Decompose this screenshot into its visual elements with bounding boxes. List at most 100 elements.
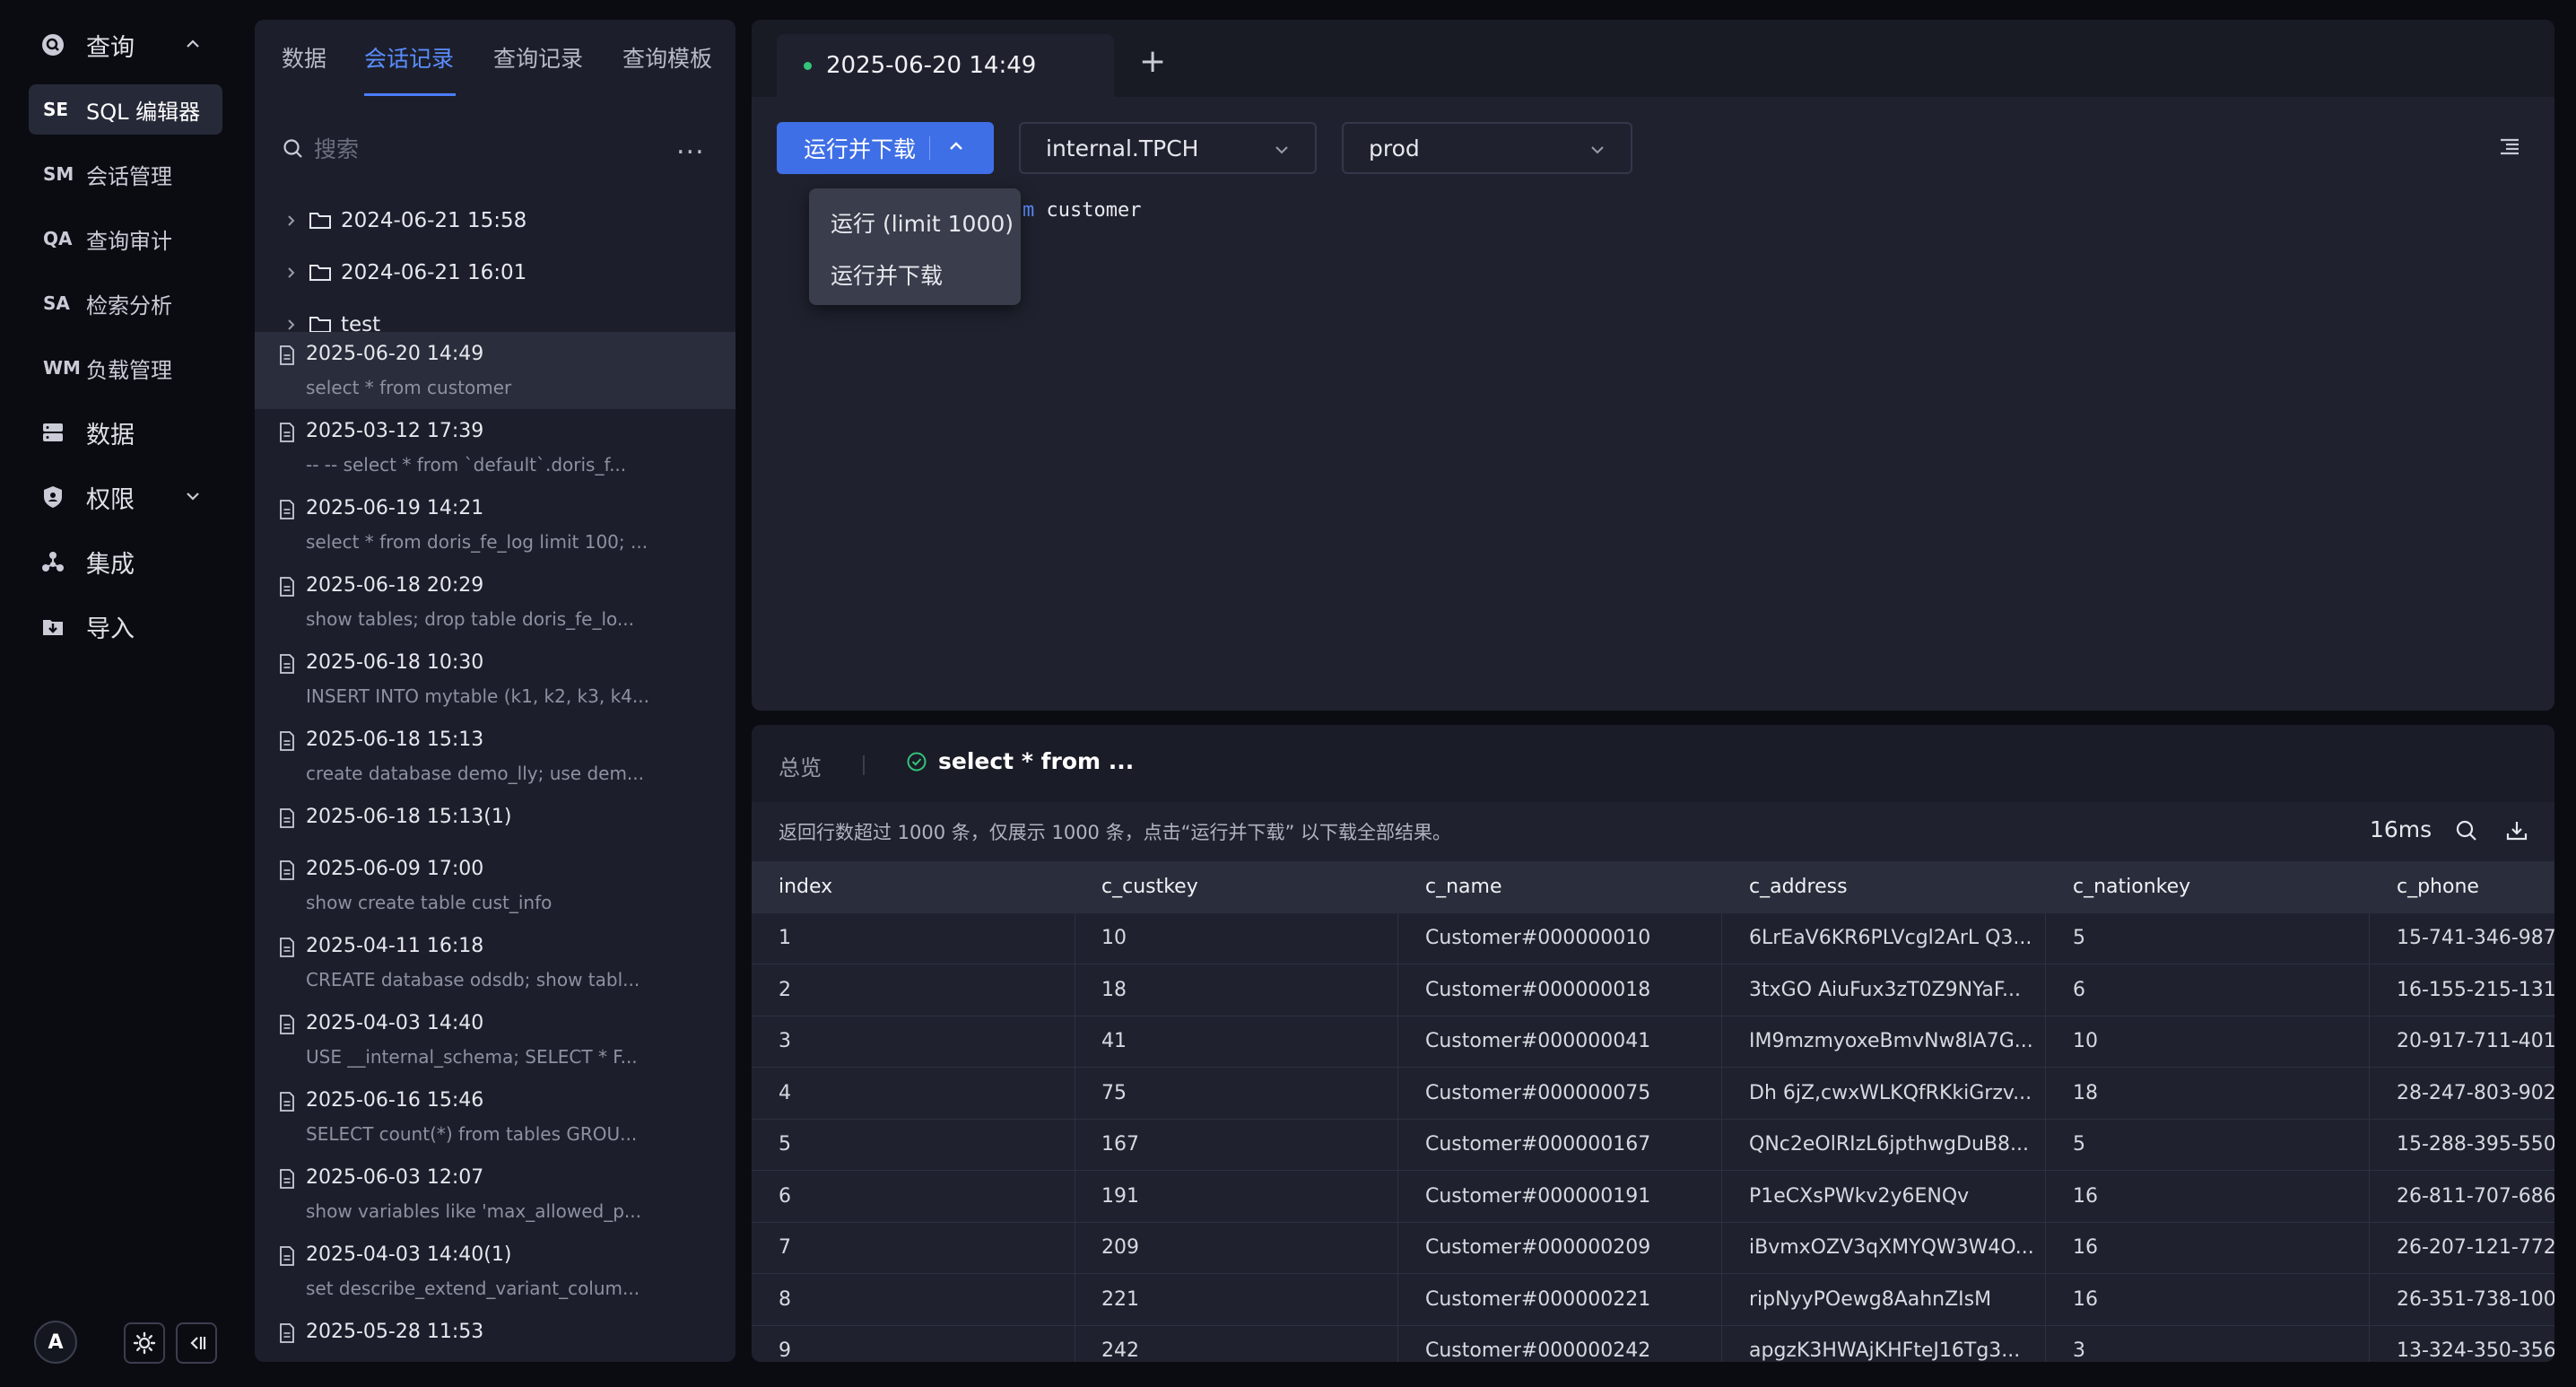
more-options-button[interactable]: ... [676, 129, 705, 161]
table-cell: 242 [1075, 1325, 1398, 1362]
column-header-c-custkey[interactable]: c_custkey [1075, 861, 1398, 913]
add-tab-button[interactable]: + [1139, 43, 1166, 80]
cluster-select[interactable]: prod [1342, 122, 1632, 174]
collapse-sidebar-button[interactable] [176, 1322, 217, 1364]
download-icon[interactable] [2504, 818, 2529, 843]
table-cell: 1 [752, 912, 1075, 964]
session-item[interactable]: 2025-03-12 17:39 -- -- select * from `def… [255, 409, 735, 486]
collapse-left-icon [190, 1337, 206, 1349]
session-item[interactable]: 2025-06-18 10:30 INSERT INTO mytable (k1,… [255, 641, 735, 718]
menu-item-run-download[interactable]: 运行并下载 [831, 258, 943, 291]
table-row[interactable]: 2 18 Customer#000000018 3txGO AiuFux3zT0Z9N… [752, 964, 2554, 1016]
document-icon [278, 1322, 296, 1348]
session-time: 2025-06-18 10:30 [306, 651, 484, 674]
user-avatar[interactable]: A [34, 1321, 77, 1364]
table-row[interactable]: 8 221 Customer#000000221 ripNyyPOewg8AahnZI… [752, 1274, 2554, 1326]
tab-result-query[interactable]: select * from ... [906, 748, 1134, 774]
document-icon [278, 1245, 296, 1270]
folder-item[interactable]: 2024-06-21 15:58 [283, 203, 527, 239]
run-and-download-button[interactable]: 运行并下载 [777, 122, 994, 174]
table-cell: 191 [1075, 1171, 1398, 1222]
session-time: 2025-06-18 15:13(1) [306, 806, 512, 828]
nav-item-session-management[interactable]: SM 会话管理 [29, 149, 222, 199]
column-header-index[interactable]: index [752, 861, 1075, 913]
tab-query-records[interactable]: 查询记录 [493, 41, 583, 117]
chevron-right-icon [288, 267, 295, 278]
session-query-preview: create database demo_lly; use dem... [306, 763, 645, 784]
table-row[interactable]: 9 242 Customer#000000242 apgzK3HWAjKHFteJ16… [752, 1325, 2554, 1362]
nav-item-permissions[interactable]: 权限 [29, 472, 222, 522]
settings-button[interactable] [124, 1322, 165, 1364]
table-row[interactable]: 7 209 Customer#000000209 iBvmxOZV3qXMYQW3W4… [752, 1222, 2554, 1274]
session-time: 2025-04-03 14:40 [306, 1012, 484, 1034]
nav-item-data[interactable]: 数据 [29, 407, 222, 458]
column-header-c-name[interactable]: c_name [1398, 861, 1722, 913]
execution-time: 16ms [2370, 816, 2432, 842]
tab-data[interactable]: 数据 [282, 41, 326, 117]
nav-item-search-analysis[interactable]: SA 检索分析 [29, 278, 222, 328]
nav-query-group[interactable]: 查询 [29, 20, 222, 70]
table-cell: Customer#000000167 [1398, 1119, 1722, 1170]
table-row[interactable]: 4 75 Customer#000000075 Dh 6jZ,cwxWLKQfRKki… [752, 1068, 2554, 1120]
column-header-c-address[interactable]: c_address [1722, 861, 2046, 913]
nav-item-label: 权限 [86, 485, 135, 514]
table-row[interactable]: 3 41 Customer#000000041 IM9mzmyoxeBmvNw8lA7… [752, 1016, 2554, 1068]
database-icon [29, 419, 86, 446]
nav-item-workload-management[interactable]: WM 负载管理 [29, 343, 222, 393]
session-item[interactable]: 2025-06-18 20:29 show tables; drop table … [255, 563, 735, 641]
document-icon [278, 345, 296, 370]
session-panel: 数据 会话记录 查询记录 查询模板 ... 2024-06-21 15:58 2… [255, 20, 735, 1362]
nav-item-abbr: SA [43, 292, 70, 314]
session-item[interactable]: 2025-06-20 14:49 select * from customer [255, 332, 735, 409]
editor-tab[interactable]: 2025-06-20 14:49 [777, 34, 1114, 97]
table-row[interactable]: 1 10 Customer#000000010 6LrEaV6KR6PLVcgl2Ar… [752, 912, 2554, 964]
session-query-preview: show create table cust_info [306, 892, 553, 913]
table-row[interactable]: 5 167 Customer#000000167 QNc2eOlRIzL6jpthwg… [752, 1119, 2554, 1171]
sql-code-line[interactable]: m customer [1023, 199, 1141, 222]
catalog-select[interactable]: internal.TPCH [1019, 122, 1317, 174]
nav-item-sql-editor[interactable]: SE SQL 编辑器 [29, 84, 222, 135]
nav-item-integration[interactable]: 集成 [29, 536, 222, 587]
session-item[interactable]: 2025-06-19 14:21 select * from doris_fe_l… [255, 486, 735, 563]
table-cell: 6LrEaV6KR6PLVcgl2ArL Q3... [1722, 912, 2046, 964]
run-button-label: 运行并下载 [804, 136, 917, 162]
nav-item-abbr: SM [43, 163, 74, 185]
document-icon [278, 576, 296, 601]
session-item[interactable]: 2025-06-18 15:13 create database demo_lly… [255, 718, 735, 795]
folder-item[interactable]: 2024-06-21 16:01 [283, 255, 527, 291]
session-item[interactable]: 2025-06-09 17:00 show create table cust_i… [255, 847, 735, 924]
chevron-down-icon [187, 493, 199, 501]
table-cell: iBvmxOZV3qXMYQW3W4O... [1722, 1222, 2046, 1273]
search-icon[interactable] [2454, 818, 2479, 843]
nav-item-query-audit[interactable]: QA 查询审计 [29, 214, 222, 264]
tab-query-templates[interactable]: 查询模板 [622, 41, 712, 117]
search-input[interactable] [314, 135, 583, 162]
run-options-toggle[interactable] [930, 135, 966, 161]
document-icon [278, 859, 296, 885]
session-query-preview: show variables like 'max_allowed_p... [306, 1200, 641, 1222]
column-header-c-phone[interactable]: c_phone [2370, 861, 2554, 913]
document-icon [278, 1091, 296, 1116]
session-item[interactable]: 2025-04-03 14:40(1) set describe_extend_v… [255, 1233, 735, 1310]
chevron-right-icon [288, 215, 295, 226]
table-row[interactable]: 6 191 Customer#000000191 P1eCXsPWkv2y6ENQv 1… [752, 1171, 2554, 1223]
nav-item-label: 导入 [86, 615, 135, 643]
tab-overview[interactable]: 总览 [779, 750, 822, 781]
success-check-icon [907, 752, 927, 771]
nav-item-label: 负载管理 [86, 357, 172, 383]
session-item[interactable]: 2025-06-03 12:07 show variables like 'max… [255, 1156, 735, 1233]
table-cell: 26-811-707-6869 [2370, 1171, 2554, 1222]
session-item[interactable]: 2025-05-28 11:53 [255, 1310, 735, 1362]
nav-query-label: 查询 [86, 33, 135, 62]
column-header-c-nationkey[interactable]: c_nationkey [2046, 861, 2370, 913]
nav-item-import[interactable]: 导入 [29, 601, 222, 651]
menu-item-run-limit[interactable]: 运行 (limit 1000) [831, 206, 1014, 239]
status-dot-icon [804, 61, 812, 70]
tab-session-records[interactable]: 会话记录 [364, 41, 454, 117]
format-code-icon[interactable] [2497, 135, 2522, 160]
session-item[interactable]: 2025-06-16 15:46 SELECT count(*) from tab… [255, 1078, 735, 1156]
session-item[interactable]: 2025-04-03 14:40 USE __internal_schema; S… [255, 1001, 735, 1078]
table-cell: Dh 6jZ,cwxWLKQfRKkiGrzv... [1722, 1068, 2046, 1119]
session-time: 2025-06-16 15:46 [306, 1089, 484, 1112]
session-item[interactable]: 2025-04-11 16:18 CREATE database odsdb; s… [255, 924, 735, 1001]
